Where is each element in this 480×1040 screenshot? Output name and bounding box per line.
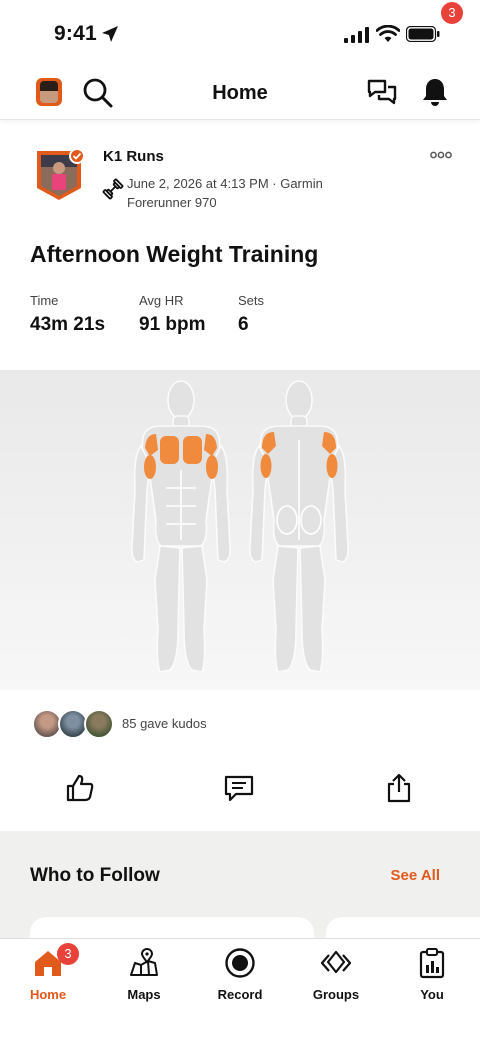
status-bar: 9:41	[0, 0, 480, 66]
tab-you[interactable]: You	[384, 945, 480, 1002]
notifications-bell-icon[interactable]	[420, 76, 450, 108]
see-all-link[interactable]: See All	[391, 867, 440, 884]
page-title: Home	[212, 82, 268, 104]
dumbbell-icon	[102, 178, 124, 200]
tab-label: Maps	[127, 987, 161, 1002]
body-diagram	[131, 380, 349, 673]
follow-suggestion-card[interactable]	[326, 917, 480, 938]
groups-icon	[320, 950, 352, 974]
stat-time: Time 43m 21s	[30, 293, 105, 336]
tab-maps[interactable]: Maps	[96, 945, 192, 1002]
stat-label: Avg HR	[139, 293, 184, 308]
stat-sets: Sets 6	[238, 293, 264, 336]
record-icon	[225, 948, 255, 978]
section-title: Who to Follow	[30, 865, 160, 886]
tab-home[interactable]: Home	[0, 945, 96, 1002]
stat-label: Sets	[238, 293, 265, 308]
stat-label: Time	[30, 293, 59, 308]
kudos-count[interactable]: 85 gave kudos	[122, 716, 207, 731]
front-body-figure	[131, 380, 231, 673]
comment-icon[interactable]	[223, 774, 255, 804]
follow-suggestion-card[interactable]	[30, 917, 314, 938]
notification-badge: 3	[441, 2, 463, 24]
share-icon[interactable]	[385, 772, 413, 804]
home-tab-badge: 3	[57, 943, 79, 965]
activity-meta: June 2, 2026 at 4:13 PM · Garmin Forerun…	[127, 176, 323, 210]
cellular-signal-icon	[344, 27, 369, 43]
stat-value: 43m 21s	[30, 314, 106, 335]
muscle-map[interactable]	[0, 370, 480, 690]
tab-label: Groups	[312, 987, 360, 1002]
messages-icon[interactable]	[366, 78, 398, 108]
tab-record[interactable]: Record	[192, 945, 288, 1002]
tab-label: Home	[29, 987, 67, 1002]
tab-label: Record	[217, 987, 263, 1002]
location-arrow-icon	[102, 26, 118, 42]
activity-title[interactable]: Afternoon Weight Training	[30, 241, 318, 268]
status-time: 9:41	[54, 22, 97, 45]
kudos-avatars[interactable]	[32, 709, 114, 739]
top-nav: Home	[0, 66, 480, 120]
kudos-avatar	[84, 709, 114, 739]
back-body-figure	[249, 380, 349, 673]
wifi-icon	[376, 25, 400, 42]
tab-label: You	[420, 987, 444, 1002]
battery-icon	[406, 26, 440, 42]
stat-value: 91 bpm	[139, 314, 206, 335]
tab-groups[interactable]: Groups	[288, 945, 384, 1002]
you-icon	[419, 948, 445, 979]
maps-icon	[130, 948, 158, 976]
who-to-follow-section: Who to Follow See All	[0, 831, 480, 938]
athlete-avatar[interactable]	[34, 148, 84, 202]
stat-avg-hr: Avg HR 91 bpm	[139, 293, 206, 336]
kudos-thumbs-up-icon[interactable]	[64, 772, 96, 804]
more-options-icon[interactable]	[430, 150, 452, 160]
stat-value: 6	[238, 314, 249, 335]
athlete-name[interactable]: K1 Runs	[103, 148, 164, 165]
